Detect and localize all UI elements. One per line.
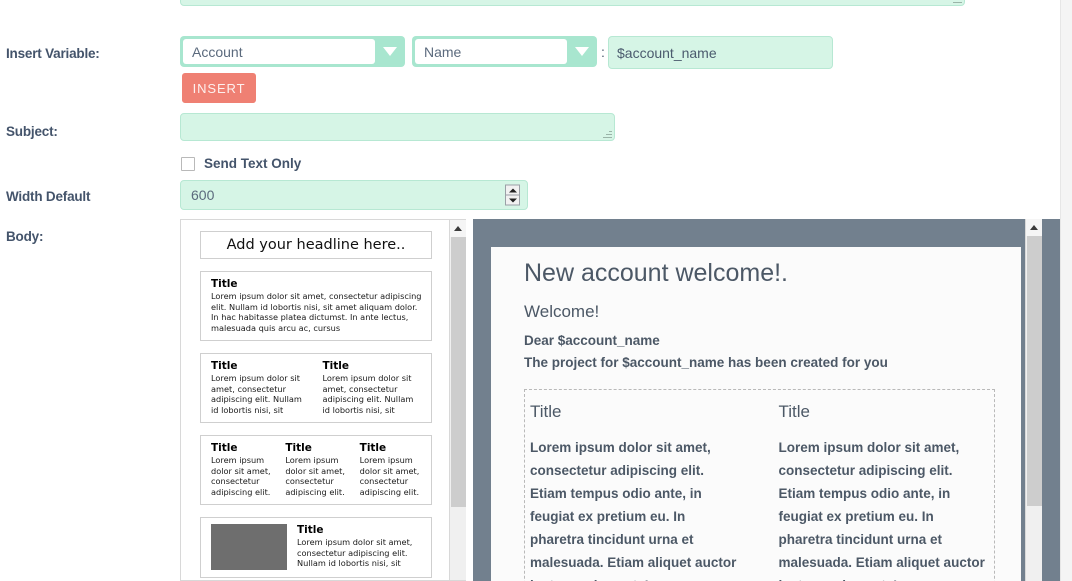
one-column-block[interactable]: Title Lorem ipsum dolor sit amet, consec… xyxy=(200,271,432,341)
chevron-down-icon xyxy=(567,36,597,67)
variable-field-select[interactable]: Name xyxy=(412,36,597,67)
block-title: Title xyxy=(322,360,350,372)
email-column-text: Lorem ipsum dolor sit amet, consectetur … xyxy=(530,440,737,581)
block-text: Lorem ipsum dolor sit amet, consectetur … xyxy=(322,373,414,415)
width-default-value: 600 xyxy=(191,187,215,203)
send-text-only-label: Send Text Only xyxy=(204,156,302,171)
resize-grip-icon xyxy=(603,129,612,138)
email-paragraph: The project for $account_name has been c… xyxy=(524,355,888,370)
email-column[interactable]: Title Lorem ipsum dolor sit amet, consec… xyxy=(774,401,995,581)
spinner-down-icon[interactable] xyxy=(506,196,519,205)
spinner-up-icon[interactable] xyxy=(506,186,519,196)
block-title: Title xyxy=(359,442,387,454)
preview-scrollbar[interactable] xyxy=(1025,219,1042,581)
email-heading: New account welcome!. xyxy=(524,259,789,287)
send-text-only-checkbox[interactable] xyxy=(181,156,195,171)
image-placeholder-icon xyxy=(211,524,287,570)
block-text: Lorem ipsum dolor sit amet, consectetur … xyxy=(211,373,302,415)
palette-scrollbar[interactable] xyxy=(449,220,466,580)
variable-token-output: $account_name xyxy=(608,36,833,69)
email-two-column-section[interactable]: Title Lorem ipsum dolor sit amet, consec… xyxy=(524,389,995,581)
block-text: Lorem ipsum dolor sit amet, consectetur … xyxy=(211,291,422,333)
email-subheading: Welcome! xyxy=(524,302,600,321)
chevron-down-icon xyxy=(375,36,405,67)
send-text-only-row[interactable]: Send Text Only xyxy=(181,156,301,171)
insert-variable-label: Insert Variable: xyxy=(6,46,100,61)
email-column-title: Title xyxy=(778,402,811,421)
block-text: Lorem ipsum dolor sit amet, consectetur … xyxy=(359,455,420,497)
block-text: Lorem ipsum dolor sit amet, consectetur … xyxy=(211,455,271,497)
block-title: Title xyxy=(211,278,238,290)
three-column-block[interactable]: Title Lorem ipsum dolor sit amet, consec… xyxy=(200,435,432,505)
email-column[interactable]: Title Lorem ipsum dolor sit amet, consec… xyxy=(525,401,746,581)
block-text: Lorem ipsum dolor sit amet, consectetur … xyxy=(297,537,413,568)
body-label: Body: xyxy=(6,229,44,244)
headline-block[interactable]: Add your headline here.. xyxy=(200,231,432,259)
width-default-input[interactable]: 600 xyxy=(180,180,528,210)
previous-field-textarea[interactable] xyxy=(180,0,965,6)
block-text: Lorem ipsum dolor sit amet, consectetur … xyxy=(285,455,345,497)
resize-grip-icon xyxy=(953,0,962,3)
subject-label: Subject: xyxy=(6,124,58,139)
two-column-block[interactable]: Title Lorem ipsum dolor sit amet, consec… xyxy=(200,353,432,423)
block-title: Title xyxy=(211,360,238,372)
page-right-gutter xyxy=(1060,0,1072,581)
insert-button[interactable]: INSERT xyxy=(182,73,256,103)
block-palette-list: Add your headline here.. Title Lorem ips… xyxy=(181,220,447,580)
palette-scrollbar-thumb[interactable] xyxy=(451,237,466,507)
email-canvas[interactable]: New account welcome!. Welcome! Dear $acc… xyxy=(491,247,1021,581)
email-column-title: Title xyxy=(530,402,562,421)
variable-object-select[interactable]: Account xyxy=(180,36,405,67)
block-title: Title xyxy=(297,524,324,536)
variable-object-select-value: Account xyxy=(183,39,375,64)
block-title: Title xyxy=(285,442,312,454)
image-text-block[interactable]: Title Lorem ipsum dolor sit amet, consec… xyxy=(200,517,432,578)
variable-field-select-value: Name xyxy=(415,39,567,64)
email-preview-panel[interactable]: New account welcome!. Welcome! Dear $acc… xyxy=(473,219,1060,581)
email-paragraph: Dear $account_name xyxy=(524,333,660,348)
chevron-up-icon[interactable] xyxy=(450,220,466,237)
block-title: Title xyxy=(211,442,238,454)
chevron-up-icon[interactable] xyxy=(1026,219,1042,236)
width-default-label: Width Default xyxy=(6,189,91,204)
block-palette[interactable]: Add your headline here.. Title Lorem ips… xyxy=(180,219,466,581)
width-default-stepper[interactable] xyxy=(505,184,520,206)
subject-input[interactable] xyxy=(180,113,615,141)
preview-scrollbar-thumb[interactable] xyxy=(1027,236,1042,506)
variable-separator: : xyxy=(601,44,605,60)
email-column-text: Lorem ipsum dolor sit amet, consectetur … xyxy=(778,440,985,581)
email-template-editor-page: Insert Variable: Account Name : $account… xyxy=(0,0,1060,581)
